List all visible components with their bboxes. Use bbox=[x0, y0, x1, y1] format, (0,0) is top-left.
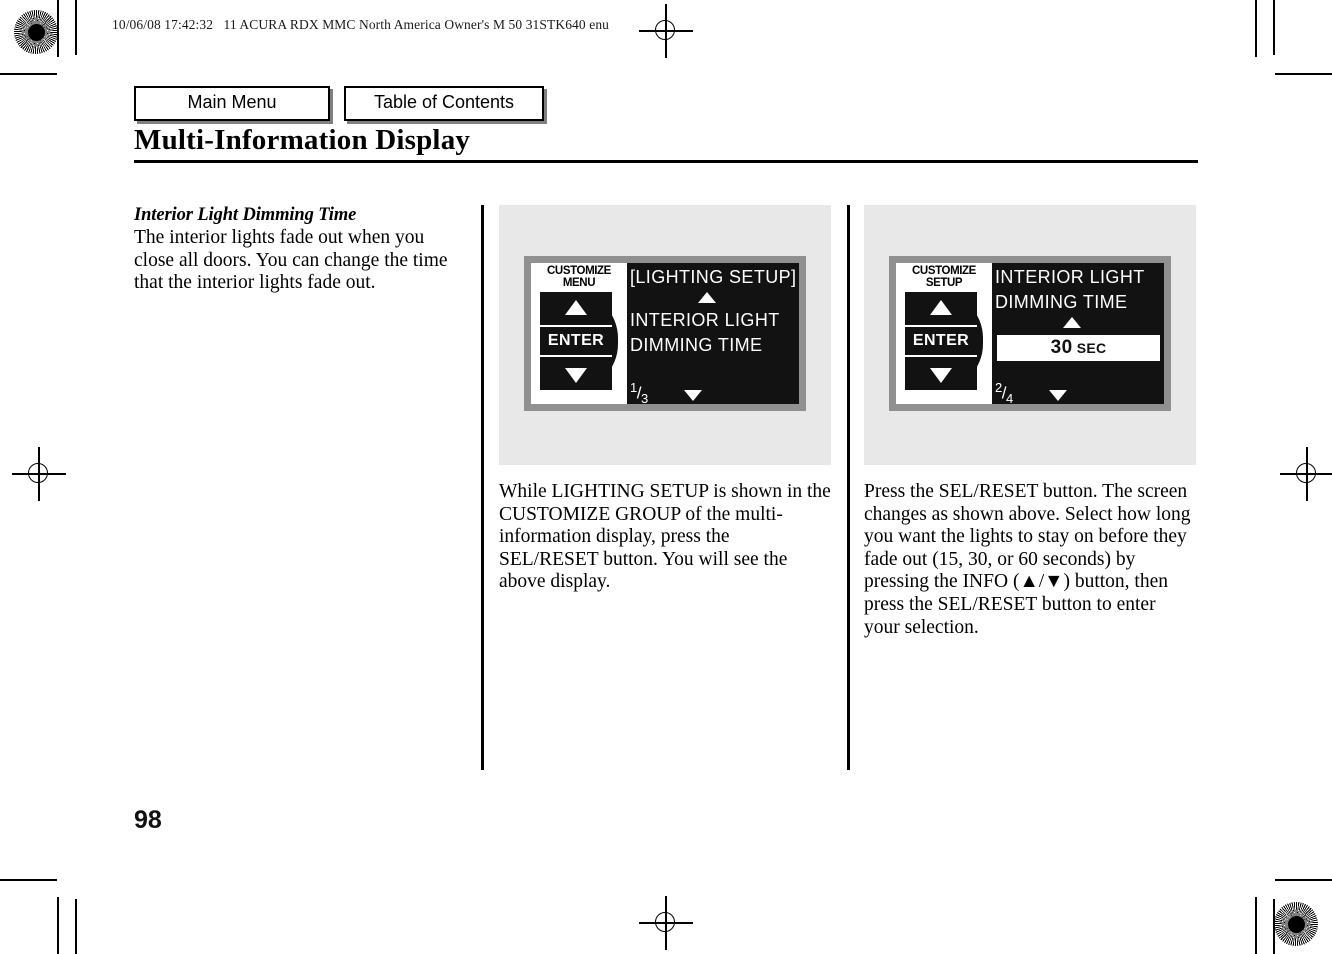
triangle-down-icon bbox=[565, 367, 587, 383]
lcd-enter-button-1[interactable]: ENTER bbox=[540, 325, 612, 357]
right-column-caption: Press the SEL/RESET button. The screen c… bbox=[864, 481, 1191, 638]
lcd-page-den-2: 4 bbox=[1005, 391, 1013, 404]
lcd-selected-value-row[interactable]: 30 SEC bbox=[997, 335, 1160, 361]
section-subheading: Interior Light Dimming Time bbox=[134, 205, 357, 225]
caret-up-icon bbox=[1062, 317, 1081, 328]
column-divider-right bbox=[847, 205, 850, 770]
right-column: CUSTOMIZE SETUP ENTER INTERIOR LIGHT DIM… bbox=[864, 205, 1196, 639]
lcd-figure-panel-1: CUSTOMIZE MENU ENTER [LIGHTING SETUP] IN… bbox=[499, 205, 831, 465]
page-title: Multi-Information Display bbox=[134, 124, 471, 156]
lcd-side-panel-1: CUSTOMIZE MENU ENTER bbox=[531, 263, 627, 404]
lcd-page-indicator-2: 2/4 bbox=[995, 379, 1013, 404]
lcd-up-button-1[interactable] bbox=[540, 292, 612, 322]
caret-down-icon bbox=[683, 390, 702, 401]
lcd-content-2: INTERIOR LIGHT DIMMING TIME 30 SEC 2/4 bbox=[992, 263, 1164, 404]
navigation-bar: Main Menu Table of Contents bbox=[134, 86, 544, 121]
registration-burst-bottom-right bbox=[1274, 902, 1318, 946]
triangle-down-icon bbox=[930, 367, 952, 383]
lcd-footer-2: 2/4 bbox=[995, 380, 1164, 404]
lcd-side-title-line2: SETUP bbox=[925, 277, 963, 289]
left-column: Interior Light Dimming Time The interior… bbox=[134, 205, 464, 295]
lcd-footer-1: 1/3 bbox=[630, 380, 799, 404]
lcd-figure-panel-2: CUSTOMIZE SETUP ENTER INTERIOR LIGHT DIM… bbox=[864, 205, 1196, 465]
crop-mark-top-left-horizontal bbox=[0, 73, 57, 75]
title-rule bbox=[134, 160, 1198, 163]
lcd-text-line1-1: INTERIOR LIGHT bbox=[630, 310, 780, 330]
lcd-button-stack-1: ENTER bbox=[540, 292, 612, 390]
main-menu-button[interactable]: Main Menu bbox=[134, 86, 330, 121]
crop-mark-bottom-right-vertical bbox=[1255, 897, 1257, 954]
lcd-button-stack-2: ENTER bbox=[905, 292, 977, 390]
column-divider-left bbox=[481, 205, 484, 770]
lcd-heading-1: [LIGHTING SETUP] bbox=[630, 267, 797, 287]
lcd-page-den-1: 3 bbox=[640, 391, 648, 404]
middle-column: CUSTOMIZE MENU ENTER [LIGHTING SETUP] IN… bbox=[499, 205, 831, 594]
lcd-side-panel-2: CUSTOMIZE SETUP ENTER bbox=[896, 263, 992, 404]
table-of-contents-button[interactable]: Table of Contents bbox=[344, 86, 544, 121]
caret-down-icon bbox=[1048, 390, 1067, 401]
registration-crosshair-bottom bbox=[639, 896, 693, 950]
lcd-up-button-2[interactable] bbox=[905, 292, 977, 322]
lcd-page-num-2: 2 bbox=[995, 379, 1002, 395]
caret-up-icon bbox=[697, 292, 716, 303]
lcd-side-title-line1: CUSTOMIZE bbox=[912, 265, 976, 277]
lcd-selected-unit: SEC bbox=[1076, 340, 1107, 356]
lcd-enter-button-2[interactable]: ENTER bbox=[905, 325, 977, 357]
page-number: 98 bbox=[134, 806, 162, 834]
crop-mark-bottom-right-inner-vertical bbox=[1273, 899, 1275, 954]
crop-mark-top-left-inner-vertical bbox=[57, 0, 59, 57]
registration-crosshair-left bbox=[12, 447, 66, 501]
lcd-side-title-line1: CUSTOMIZE bbox=[547, 265, 611, 277]
crop-mark-bottom-left-vertical bbox=[75, 899, 77, 954]
crop-mark-top-right-horizontal bbox=[1275, 73, 1332, 75]
lcd-text-line1-2: INTERIOR LIGHT bbox=[995, 267, 1145, 287]
registration-burst-top-left bbox=[14, 10, 58, 54]
crop-mark-top-left-vertical bbox=[75, 0, 77, 55]
document-header-line: 10/06/08 17:42:32 11 ACURA RDX MMC North… bbox=[112, 17, 610, 32]
registration-crosshair-right bbox=[1280, 447, 1332, 501]
crop-mark-top-right-inner-vertical bbox=[1273, 0, 1275, 55]
middle-column-caption: While LIGHTING SETUP is shown in the CUS… bbox=[499, 481, 831, 593]
lcd-text-line2-2: DIMMING TIME bbox=[995, 292, 1128, 312]
lcd-side-title-2: CUSTOMIZE SETUP bbox=[896, 263, 992, 289]
lcd-bezel-2: CUSTOMIZE SETUP ENTER INTERIOR LIGHT DIM… bbox=[889, 256, 1171, 411]
lcd-down-button-1[interactable] bbox=[540, 360, 612, 390]
lcd-scroll-up-indicator-2 bbox=[995, 315, 1164, 333]
lcd-text-line2-1: DIMMING TIME bbox=[630, 335, 763, 355]
crop-mark-top-right-vertical bbox=[1255, 0, 1257, 57]
left-column-body-text: The interior lights fade out when you cl… bbox=[134, 227, 448, 294]
registration-crosshair-top bbox=[639, 4, 693, 58]
lcd-screen-1: CUSTOMIZE MENU ENTER [LIGHTING SETUP] IN… bbox=[531, 263, 799, 404]
crop-mark-bottom-left-horizontal bbox=[0, 879, 57, 881]
crop-mark-bottom-left-inner-vertical bbox=[57, 897, 59, 954]
triangle-up-icon bbox=[565, 299, 587, 315]
lcd-content-1: [LIGHTING SETUP] INTERIOR LIGHT DIMMING … bbox=[627, 263, 799, 404]
lcd-page-num-1: 1 bbox=[630, 379, 637, 395]
lcd-bezel-1: CUSTOMIZE MENU ENTER [LIGHTING SETUP] IN… bbox=[524, 256, 806, 411]
lcd-scroll-up-indicator-1 bbox=[630, 290, 799, 308]
crop-mark-bottom-right-horizontal bbox=[1275, 879, 1332, 881]
lcd-down-button-2[interactable] bbox=[905, 360, 977, 390]
triangle-up-icon bbox=[930, 299, 952, 315]
lcd-page-indicator-1: 1/3 bbox=[630, 379, 648, 404]
lcd-side-title-line2: MENU bbox=[562, 277, 596, 289]
lcd-screen-2: CUSTOMIZE SETUP ENTER INTERIOR LIGHT DIM… bbox=[896, 263, 1164, 404]
lcd-selected-value: 30 bbox=[1050, 337, 1073, 358]
lcd-side-title-1: CUSTOMIZE MENU bbox=[531, 263, 627, 289]
